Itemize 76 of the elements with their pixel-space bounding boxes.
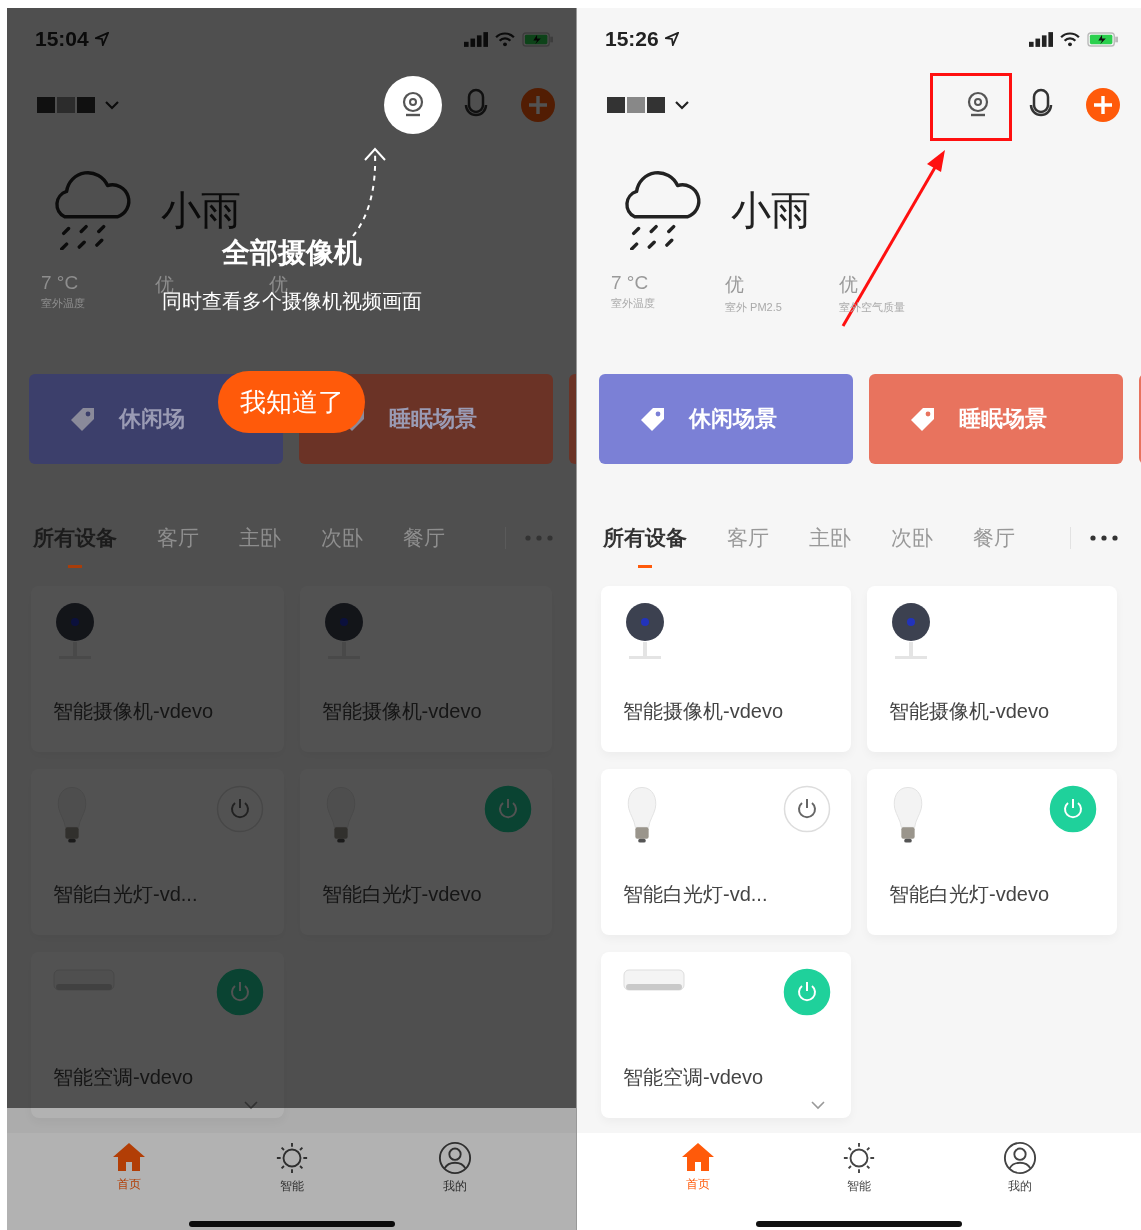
room-tab[interactable]: 所有设备 [603, 524, 687, 568]
battery-icon [1087, 31, 1119, 47]
status-time: 15:26 [605, 27, 659, 51]
device-name: 智能白光灯-vd... [623, 882, 769, 907]
camera-button[interactable] [384, 76, 442, 134]
wifi-icon [494, 31, 516, 47]
weather-condition: 小雨 [161, 186, 241, 234]
chevron-down-icon[interactable] [243, 1101, 258, 1110]
signal-icon [1029, 31, 1053, 47]
device-name: 智能摄像机-vdevo [321, 699, 483, 724]
stat-value: 优 [725, 273, 745, 297]
scene-card[interactable]: 睡眠场景 [869, 374, 1123, 464]
redacted-name-block [607, 94, 667, 116]
room-tab[interactable]: 次卧 [891, 524, 933, 568]
guide-title: 全部摄像机 [221, 236, 362, 270]
device-card[interactable]: 智能白光灯-vd... [31, 769, 284, 935]
got-it-button[interactable]: 我知道了 [218, 371, 365, 433]
power-button[interactable] [783, 785, 831, 833]
scene-name: 休闲场 [119, 405, 185, 433]
scene-name: 休闲场景 [689, 405, 777, 433]
location-arrow-icon [664, 32, 679, 46]
device-name: 智能空调-vdevo [53, 1065, 195, 1090]
device-name: 智能白光灯-vdevo [889, 882, 1051, 907]
device-card[interactable]: 智能白光灯-vd... [601, 769, 851, 935]
device-card[interactable]: 智能空调-vdevo [31, 952, 284, 1118]
stat-label: 室外温度 [611, 296, 656, 311]
user-icon [437, 1141, 472, 1175]
nav-tab[interactable]: 我的 [990, 1141, 1051, 1195]
scene-card[interactable]: 休闲场景 [599, 374, 853, 464]
more-icon[interactable] [1089, 534, 1119, 542]
nav-tab[interactable]: 首页 [98, 1141, 159, 1193]
sun-icon [274, 1141, 309, 1175]
room-tab[interactable]: 餐厅 [973, 524, 1015, 568]
stat-value: 优 [269, 273, 288, 295]
device-card[interactable]: 智能摄像机-vdevo [299, 586, 552, 752]
signal-icon [464, 31, 488, 47]
scene-name: 睡眠场景 [389, 405, 477, 433]
scene-name: 睡眠场景 [959, 405, 1047, 433]
user-icon [1003, 1141, 1038, 1175]
room-tab[interactable]: 主卧 [239, 524, 281, 568]
device-name: 智能摄像机-vdevo [889, 699, 1051, 724]
stat-value: 7 °C [611, 272, 650, 294]
room-tab[interactable]: 客厅 [727, 524, 769, 568]
stat-value: 优 [155, 273, 174, 295]
stat-value: 优 [839, 273, 859, 297]
device-card[interactable]: 智能摄像机-vdevo [31, 586, 284, 752]
device-name: 智能白光灯-vdevo [321, 882, 483, 907]
device-card[interactable]: 智能摄像机-vdevo [601, 586, 851, 752]
device-card[interactable]: 智能白光灯-vdevo [867, 769, 1117, 935]
nav-tab[interactable]: 智能 [261, 1141, 322, 1195]
add-button[interactable] [1085, 87, 1121, 123]
chevron-down-icon[interactable] [675, 100, 689, 110]
device-name: 智能摄像机-vdevo [623, 699, 785, 724]
stat-value: 7 °C [41, 272, 80, 294]
location-arrow-icon [94, 32, 109, 46]
room-tab[interactable]: 主卧 [809, 524, 851, 568]
nav-tab[interactable]: 首页 [667, 1141, 728, 1193]
battery-icon [522, 31, 554, 47]
device-card[interactable]: 智能白光灯-vdevo [299, 769, 552, 935]
device-name: 智能白光灯-vd... [53, 882, 199, 907]
redacted-name-block [37, 94, 97, 116]
status-time: 15:04 [35, 27, 89, 51]
room-tab[interactable]: 次卧 [321, 524, 363, 568]
room-tab[interactable]: 客厅 [157, 524, 199, 568]
device-name: 智能空调-vdevo [623, 1065, 765, 1090]
sun-icon [842, 1141, 876, 1175]
wifi-icon [1059, 31, 1081, 47]
add-button[interactable] [520, 87, 556, 123]
nav-tab[interactable]: 我的 [424, 1141, 485, 1195]
room-tab[interactable]: 餐厅 [403, 524, 445, 568]
device-card[interactable]: 智能摄像机-vdevo [867, 586, 1117, 752]
weather-condition: 小雨 [731, 186, 811, 234]
air-conditioner-drawing [623, 968, 685, 994]
nav-tab[interactable]: 智能 [829, 1141, 889, 1195]
device-name: 智能摄像机-vdevo [53, 699, 215, 724]
stat-label: 室外 PM2.5 [725, 300, 783, 315]
